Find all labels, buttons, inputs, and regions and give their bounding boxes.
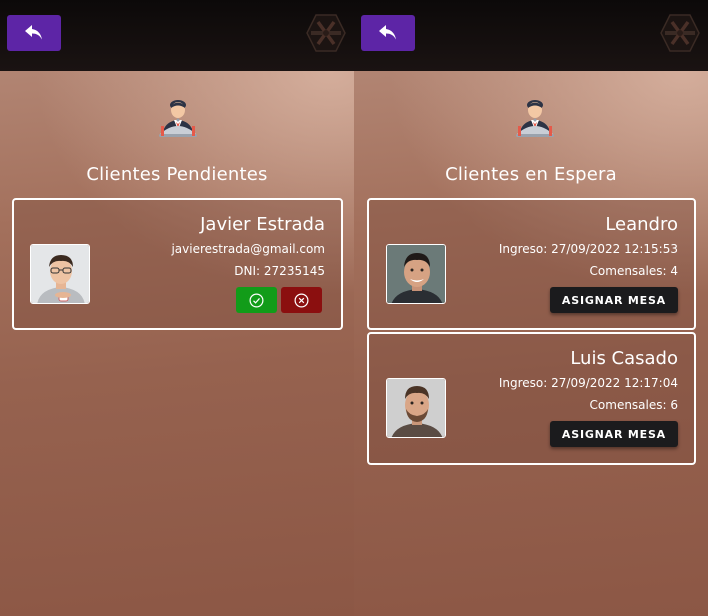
client-name: Javier Estrada <box>200 214 325 235</box>
reply-arrow-icon <box>379 25 396 40</box>
waiting-clients-screen: Clientes en Espera Leandro Ingreso: 27/0… <box>354 0 708 616</box>
page-title: Clientes Pendientes <box>86 164 268 185</box>
reply-arrow-icon <box>25 25 42 40</box>
top-bar <box>0 0 354 71</box>
top-bar <box>354 0 708 71</box>
waiting-client-card: Luis Casado Ingreso: 27/09/2022 12:17:04… <box>367 332 696 465</box>
assign-table-button[interactable]: ASIGNAR MESA <box>549 287 678 313</box>
client-name: Leandro <box>605 214 678 235</box>
client-comensales: Comensales: 4 <box>589 264 678 278</box>
back-button[interactable] <box>7 15 61 51</box>
brand-logo-icon <box>306 14 346 52</box>
waiting-client-card: Leandro Ingreso: 27/09/2022 12:15:53 Com… <box>367 198 696 330</box>
assign-table-button[interactable]: ASIGNAR MESA <box>549 421 678 447</box>
check-circle-icon <box>249 293 264 307</box>
waiter-icon <box>516 100 554 137</box>
brand-logo-icon <box>660 14 700 52</box>
client-photo <box>387 379 445 437</box>
reject-button[interactable] <box>281 287 322 313</box>
client-ingreso: Ingreso: 27/09/2022 12:17:04 <box>498 376 678 390</box>
waiter-icon <box>159 100 197 137</box>
avatar <box>30 244 90 304</box>
pending-clients-screen: Clientes Pendientes Javier Estrada javie… <box>0 0 354 616</box>
pending-client-card: Javier Estrada javierestrada@gmail.com D… <box>12 198 343 330</box>
client-ingreso: Ingreso: 27/09/2022 12:15:53 <box>498 242 678 256</box>
client-photo <box>31 245 89 303</box>
page-title: Clientes en Espera <box>445 164 617 185</box>
client-comensales: Comensales: 6 <box>589 398 678 412</box>
avatar <box>386 244 446 304</box>
approve-button[interactable] <box>236 287 277 313</box>
back-button[interactable] <box>361 15 415 51</box>
avatar <box>386 378 446 438</box>
x-circle-icon <box>294 293 309 307</box>
client-photo <box>387 245 445 303</box>
client-name: Luis Casado <box>570 348 678 369</box>
client-email: javierestrada@gmail.com <box>171 242 325 256</box>
client-dni: DNI: 27235145 <box>234 264 325 278</box>
